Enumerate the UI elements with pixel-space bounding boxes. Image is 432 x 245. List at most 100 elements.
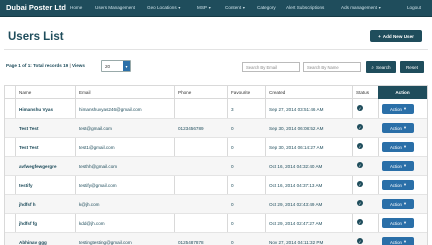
table-row: Test Test test@gmail.com 0123456789 0 Sep 30…: [5, 119, 427, 138]
pagination-info: Page 1 of 1: Total records 19 | Views: [6, 63, 85, 68]
plus-icon: +: [378, 33, 381, 39]
cell-favourite: 3: [231, 107, 234, 112]
nav-geo-locations-label: Geo Locations: [147, 5, 177, 10]
cell-phone: 0125487878: [178, 240, 204, 245]
cell-email[interactable]: test@gmail.com: [79, 126, 112, 131]
row-action-label: Action: [389, 239, 402, 245]
status-check-icon[interactable]: ✓: [357, 143, 363, 149]
cell-phone: 0123456789: [178, 126, 204, 131]
cell-email[interactable]: himanshuvyas246@gmail.com: [79, 107, 142, 112]
table-row: testify testify@gmail.com 0 Oct 16, 2014 04…: [5, 176, 427, 195]
total-records: Total records 19: [33, 63, 69, 68]
row-action-label: Action: [389, 220, 402, 226]
nav-logout[interactable]: Logout: [407, 5, 421, 10]
column-header-name[interactable]: Name: [19, 90, 31, 95]
row-action-label: Action: [389, 106, 402, 112]
cell-name[interactable]: avfwegfewgergre: [19, 164, 57, 169]
status-check-icon[interactable]: ✓: [357, 162, 363, 168]
page-title: Users List: [8, 31, 64, 43]
row-action-button[interactable]: Action ▾: [382, 104, 414, 114]
cell-created: Sep 30, 2014 06:08:52 AM: [269, 126, 324, 131]
cell-name[interactable]: Abhinav ggg: [19, 240, 47, 245]
column-header-phone[interactable]: Phone: [178, 90, 191, 95]
column-header-created[interactable]: Created: [269, 90, 285, 95]
nav-ads-management[interactable]: Ads management▼: [341, 5, 381, 10]
cell-name[interactable]: jhdfsf h: [19, 202, 36, 207]
row-action-button[interactable]: Action ▾: [382, 142, 414, 152]
table-row: jhdfsf fg kdd@jh.com 0 Oct 29, 2014 02:47:2…: [5, 214, 427, 233]
row-action-button[interactable]: Action ▾: [382, 237, 414, 245]
chevron-down-icon[interactable]: ▾: [123, 61, 130, 71]
column-header-status[interactable]: Status: [356, 90, 369, 95]
chevron-down-icon: ▾: [403, 182, 407, 187]
cell-name[interactable]: testify: [19, 183, 33, 188]
cell-favourite: 0: [231, 145, 234, 150]
status-check-icon[interactable]: ✓: [357, 105, 363, 111]
table-row: Test Test test1@gmail.com 0 Sep 30, 2014 06…: [5, 138, 427, 157]
chevron-down-icon: ▾: [403, 163, 407, 168]
cell-favourite: 0: [231, 126, 234, 131]
search-button[interactable]: ⌕ Search: [366, 61, 396, 73]
search-button-label: Search: [376, 64, 391, 70]
row-action-button[interactable]: Action ▾: [382, 180, 414, 190]
cell-name[interactable]: Test Test: [19, 126, 39, 131]
nav-msp[interactable]: MSP▼: [197, 5, 211, 10]
column-header-favourite[interactable]: Favourite: [231, 90, 250, 95]
add-new-user-label: Add New User: [382, 33, 414, 39]
row-action-label: Action: [389, 163, 402, 169]
top-navbar: Dubai Poster Ltd Home Users Management G…: [0, 0, 432, 17]
row-action-button[interactable]: Action ▾: [382, 218, 414, 228]
cell-email[interactable]: kdd@jh.com: [79, 221, 105, 226]
cell-email[interactable]: test1@gmail.com: [79, 145, 115, 150]
column-header-email[interactable]: Email: [79, 90, 91, 95]
table-row: Abhinav ggg testingtesting@gmail.com 01254…: [5, 233, 427, 245]
search-name-input[interactable]: Search By Name: [303, 62, 361, 72]
users-table: Name Email Phone Favourite Created Statu…: [4, 85, 428, 245]
table-header: Name Email Phone Favourite Created Statu…: [5, 86, 427, 99]
chevron-down-icon: ▾: [403, 106, 407, 111]
table-row: Himanshu Vyas himanshuvyas246@gmail.com 3 S…: [5, 100, 427, 119]
table-row: jhdfsf h k@jh.com 0 Oct 29, 2014 02:43:49 A…: [5, 195, 427, 214]
status-check-icon[interactable]: ✓: [357, 238, 363, 244]
cell-email[interactable]: k@jh.com: [79, 202, 100, 207]
status-check-icon[interactable]: ✓: [357, 200, 363, 206]
cell-name[interactable]: Test Test: [19, 145, 39, 150]
row-action-button[interactable]: Action ▾: [382, 199, 414, 209]
row-action-label: Action: [389, 201, 402, 207]
nav-geo-locations[interactable]: Geo Locations▼: [147, 5, 181, 10]
status-check-icon[interactable]: ✓: [357, 124, 363, 130]
brand-logo[interactable]: Dubai Poster Ltd: [6, 3, 66, 12]
cell-favourite: 0: [231, 202, 234, 207]
cell-name[interactable]: jhdfsf fg: [19, 221, 37, 226]
status-check-icon[interactable]: ✓: [357, 181, 363, 187]
cell-created: Oct 29, 2014 02:47:27 AM: [269, 221, 323, 226]
nav-alert-subscriptions[interactable]: Alert Subscriptions: [286, 5, 324, 10]
cell-email[interactable]: testhh@gmail.com: [79, 164, 117, 169]
cell-created: Sep 30, 2014 06:14:27 AM: [269, 145, 324, 150]
status-check-icon[interactable]: ✓: [357, 219, 363, 225]
add-new-user-button[interactable]: + Add New User: [370, 30, 422, 42]
nav-content-label: Content: [225, 5, 242, 10]
cell-favourite: 0: [231, 221, 234, 226]
nav-home[interactable]: Home: [70, 5, 82, 10]
cell-email[interactable]: testingtesting@gmail.com: [79, 240, 132, 245]
row-action-button[interactable]: Action ▾: [382, 123, 414, 133]
chevron-down-icon: ▼: [207, 6, 212, 10]
separator: |: [69, 63, 71, 68]
nav-msp-label: MSP: [197, 5, 207, 10]
nav-users-management[interactable]: Users Management: [95, 5, 135, 10]
chevron-down-icon: ▼: [177, 6, 182, 10]
cell-email[interactable]: testify@gmail.com: [79, 183, 117, 188]
per-page-select[interactable]: 20 ▾: [101, 60, 131, 72]
views-label: Views: [72, 63, 85, 68]
search-email-input[interactable]: Search By Email: [242, 62, 300, 72]
title-divider: [4, 49, 428, 50]
nav-category[interactable]: Category: [257, 5, 276, 10]
row-action-button[interactable]: Action ▾: [382, 161, 414, 171]
cell-created: Oct 29, 2014 02:43:49 AM: [269, 202, 323, 207]
chevron-down-icon: ▾: [403, 201, 407, 206]
cell-name[interactable]: Himanshu Vyas: [19, 107, 53, 112]
nav-content[interactable]: Content▼: [225, 5, 246, 10]
cell-created: Oct 16, 2014 04:37:13 AM: [269, 183, 323, 188]
reset-button[interactable]: Reset: [400, 61, 424, 73]
